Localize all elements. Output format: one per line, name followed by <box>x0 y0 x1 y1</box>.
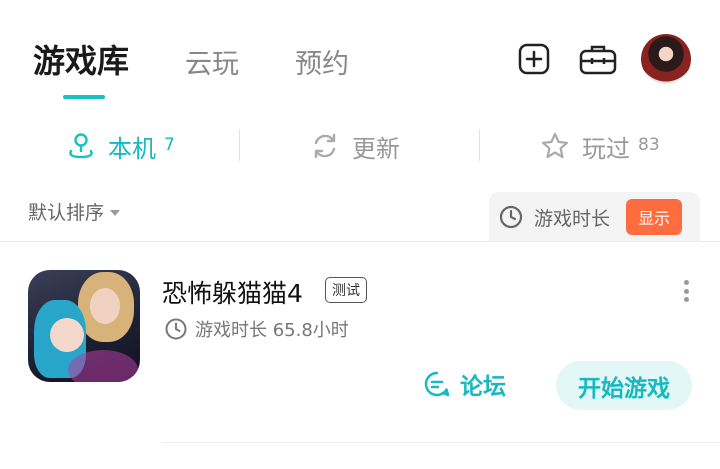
sub-tab-local-count: 7 <box>164 135 175 155</box>
beta-badge: 测试 <box>325 277 367 303</box>
chat-bubble-icon <box>424 371 450 397</box>
game-play-time-text: 游戏时长 65.8小时 <box>195 320 349 341</box>
tab-separator <box>479 129 480 161</box>
play-time-filter: 游戏时长 显示 <box>489 192 700 242</box>
tab-cloud-play[interactable]: 云玩 <box>185 42 239 81</box>
refresh-icon <box>314 133 336 159</box>
sub-tab-bar: 本机 7 更新 玩过 83 <box>0 120 720 172</box>
show-play-time-button[interactable]: 显示 <box>626 199 683 235</box>
forum-label: 论坛 <box>460 374 506 400</box>
sort-dropdown[interactable]: 默认排序 <box>28 198 121 225</box>
avatar[interactable] <box>641 34 691 84</box>
sub-tab-local-label: 本机 <box>108 134 156 163</box>
sub-tab-played-count: 83 <box>638 135 660 155</box>
toolbox-icon[interactable] <box>577 40 619 78</box>
play-time-filter-label: 游戏时长 <box>534 207 611 230</box>
location-pin-icon <box>69 133 93 159</box>
divider <box>0 241 720 242</box>
tab-reservation[interactable]: 预约 <box>295 42 349 81</box>
start-game-button[interactable]: 开始游戏 <box>556 361 692 410</box>
active-tab-indicator <box>63 95 105 99</box>
tab-separator <box>239 129 240 161</box>
clock-icon <box>499 205 523 229</box>
sub-tab-played[interactable]: 玩过 83 <box>540 120 660 172</box>
forum-button[interactable]: 论坛 <box>422 367 506 401</box>
more-options-icon[interactable] <box>676 280 696 302</box>
tab-game-library[interactable]: 游戏库 <box>33 36 129 82</box>
add-icon[interactable] <box>515 40 553 78</box>
top-tab-bar: 游戏库 云玩 预约 <box>0 0 720 110</box>
game-play-time: 游戏时长 65.8小时 <box>164 316 349 342</box>
star-icon <box>541 132 569 159</box>
caret-down-icon <box>110 209 121 216</box>
game-cover-image[interactable] <box>28 270 140 382</box>
clock-icon <box>165 318 187 340</box>
sub-tab-local[interactable]: 本机 7 <box>66 120 175 172</box>
sub-tab-update[interactable]: 更新 <box>310 120 400 172</box>
divider <box>162 442 720 443</box>
sub-tab-played-label: 玩过 <box>582 134 630 163</box>
sub-tab-update-label: 更新 <box>352 134 400 163</box>
game-title[interactable]: 恐怖躲猫猫4 <box>162 274 303 310</box>
sort-label: 默认排序 <box>28 202 105 224</box>
